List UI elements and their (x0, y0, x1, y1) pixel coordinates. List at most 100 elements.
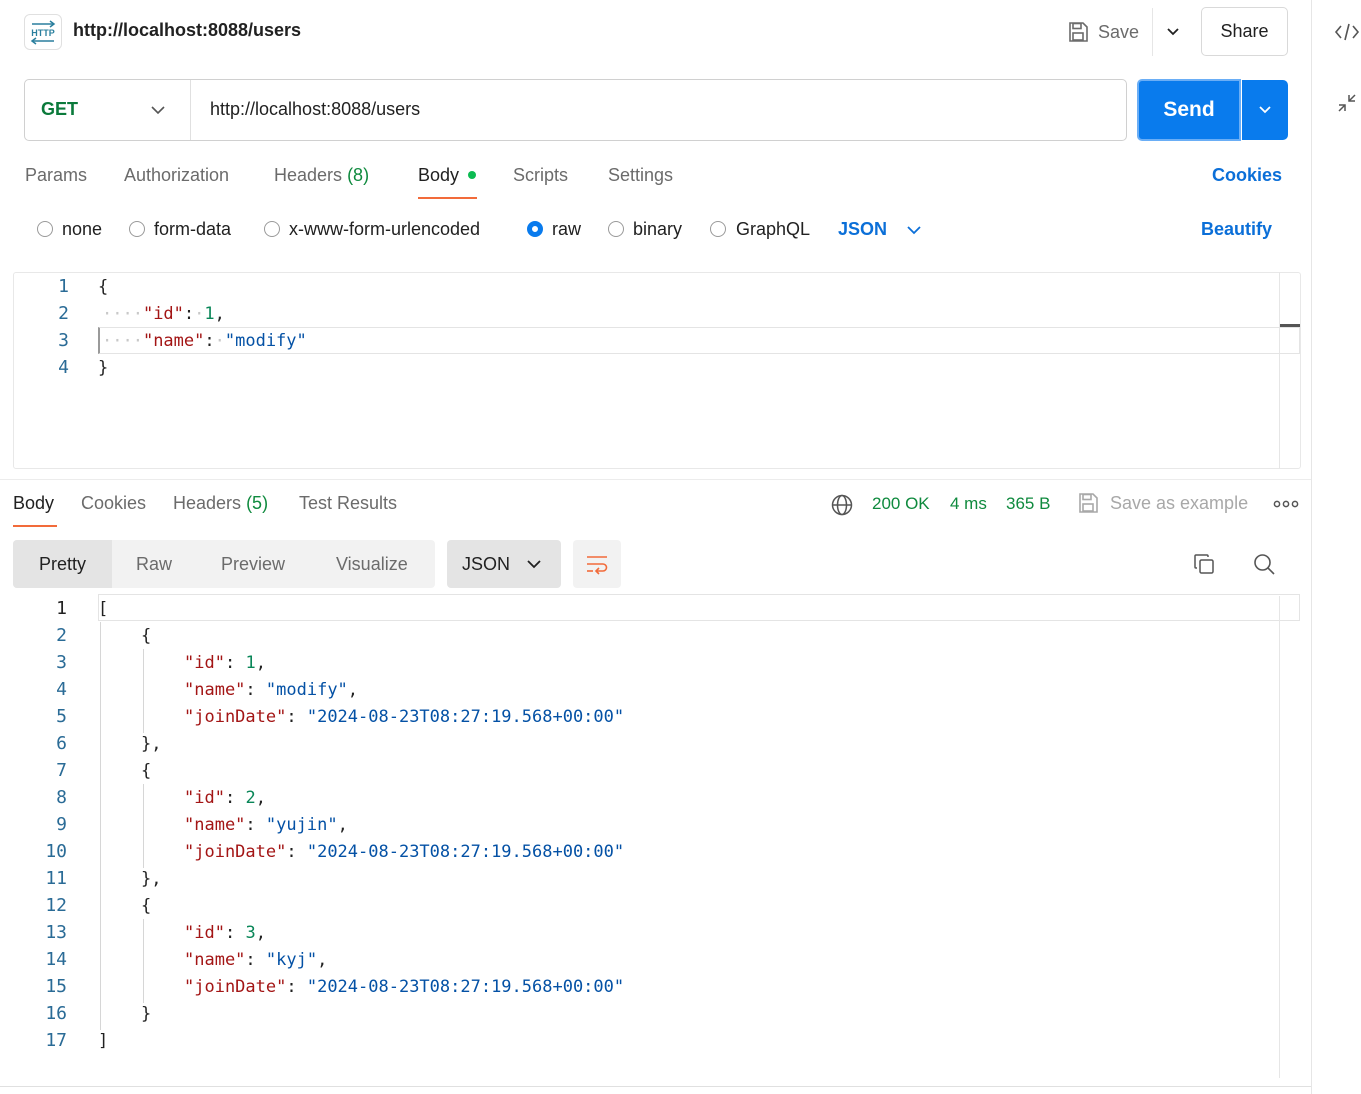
copy-icon[interactable] (1192, 552, 1216, 576)
response-scrollbar[interactable] (1279, 596, 1280, 1078)
send-options-button[interactable] (1242, 80, 1288, 140)
code-close-brace: } (141, 1004, 152, 1024)
save-icon (1069, 22, 1088, 42)
radio-none-label[interactable]: none (62, 219, 102, 240)
code-line: "joinDate": "2024-08-23T08:27:19.568+00:… (184, 977, 625, 997)
url-input[interactable]: http://localhost:8088/users (210, 99, 420, 120)
share-button[interactable]: Share (1201, 7, 1288, 56)
response-time[interactable]: 4 ms (950, 494, 987, 514)
status-code[interactable]: 200 OK (872, 494, 930, 514)
http-request-icon: HTTP (24, 14, 62, 50)
wrap-lines-icon (587, 556, 608, 575)
response-divider[interactable] (0, 479, 1311, 480)
chevron-down-icon (1259, 106, 1271, 114)
indent-guide (100, 622, 101, 1030)
line-number: 3 (58, 330, 69, 351)
radio-binary-label[interactable]: binary (633, 219, 682, 240)
view-raw-button[interactable]: Raw (136, 554, 172, 575)
code-close-brace: } (98, 358, 109, 378)
radio-urlencoded[interactable] (264, 221, 280, 237)
view-preview-button[interactable]: Preview (221, 554, 285, 575)
code-close-brace: }, (141, 869, 162, 889)
response-tab-cookies[interactable]: Cookies (81, 493, 146, 514)
tab-params[interactable]: Params (25, 165, 87, 186)
json-string: "kyj" (265, 950, 318, 970)
radio-graphql-label[interactable]: GraphQL (736, 219, 810, 240)
editor-scrollbar[interactable] (1279, 272, 1280, 469)
response-tab-headers[interactable]: Headers (5) (173, 493, 268, 514)
line-number: 11 (45, 868, 67, 889)
json-key: "id" (184, 788, 225, 808)
code-line: "id": 2, (184, 788, 266, 808)
json-key: "name" (184, 680, 246, 700)
code-open-brace: { (141, 761, 152, 781)
send-button[interactable]: Send (1137, 79, 1241, 141)
response-tab-body[interactable]: Body (13, 493, 54, 514)
radio-raw-label[interactable]: raw (552, 219, 581, 240)
radio-form-data[interactable] (129, 221, 145, 237)
chevron-down-icon[interactable] (904, 220, 924, 240)
search-icon[interactable] (1252, 552, 1276, 576)
json-string: "yujin" (265, 815, 338, 835)
json-string: "2024-08-23T08:27:19.568+00:00" (306, 842, 625, 862)
raw-format-select[interactable]: JSON (838, 219, 887, 240)
globe-icon[interactable] (830, 493, 854, 517)
code-line: "name": "modify", (184, 680, 359, 700)
view-visualize-button[interactable]: Visualize (336, 554, 408, 575)
json-number: 2 (245, 788, 256, 808)
line-number: 16 (45, 1003, 67, 1024)
line-number: 1 (58, 276, 69, 297)
radio-raw[interactable] (527, 221, 543, 237)
radio-urlencoded-label[interactable]: x-www-form-urlencoded (289, 219, 480, 240)
headers-count: (8) (347, 165, 370, 185)
code-open-bracket: [ (98, 599, 109, 619)
view-pretty-button[interactable]: Pretty (13, 540, 112, 588)
beautify-button[interactable]: Beautify (1201, 219, 1272, 240)
tab-settings[interactable]: Settings (608, 165, 673, 186)
response-format-label: JSON (462, 553, 511, 574)
chevron-down-icon[interactable] (148, 100, 168, 120)
active-tab-underline (13, 525, 57, 527)
radio-graphql[interactable] (710, 221, 726, 237)
save-button[interactable]: Save (1066, 16, 1139, 48)
response-tab-test-results[interactable]: Test Results (299, 493, 397, 514)
save-icon (1079, 493, 1098, 513)
indent-guide (143, 919, 144, 1003)
tab-body[interactable]: Body (418, 165, 459, 186)
request-body-editor[interactable] (13, 272, 1301, 469)
radio-binary[interactable] (608, 221, 624, 237)
json-string: "2024-08-23T08:27:19.568+00:00" (306, 707, 625, 727)
more-options-icon[interactable] (1273, 497, 1299, 511)
body-indicator-dot (468, 171, 476, 179)
tab-headers[interactable]: Headers (8) (274, 165, 369, 186)
line-number: 8 (56, 787, 67, 808)
response-headers-count: (5) (246, 493, 269, 513)
cookies-link[interactable]: Cookies (1212, 165, 1282, 186)
line-number: 14 (45, 949, 67, 970)
json-key: "id" (184, 653, 225, 673)
json-string: "modify" (224, 331, 307, 351)
chevron-down-icon (1166, 28, 1179, 36)
save-as-example-label: Save as example (1110, 492, 1249, 513)
bottom-divider (0, 1086, 1311, 1087)
save-as-example-button[interactable]: Save as example (1076, 491, 1248, 515)
code-open-brace: { (141, 626, 152, 646)
code-icon[interactable] (1333, 20, 1361, 44)
radio-form-data-label[interactable]: form-data (154, 219, 231, 240)
right-sidebar-divider (1311, 0, 1312, 1094)
line-number: 10 (45, 841, 67, 862)
request-title[interactable]: http://localhost:8088/users (73, 20, 301, 41)
collapse-icon[interactable] (1336, 92, 1358, 114)
wrap-lines-button[interactable] (573, 540, 621, 588)
code-close-bracket: ] (98, 1031, 109, 1051)
response-size[interactable]: 365 B (1006, 494, 1050, 514)
json-key: "name" (142, 331, 205, 351)
line-number: 17 (45, 1030, 67, 1051)
method-select[interactable]: GET (41, 99, 78, 120)
radio-none[interactable] (37, 221, 53, 237)
tab-authorization[interactable]: Authorization (124, 165, 229, 186)
save-options-button[interactable] (1152, 8, 1192, 56)
json-key: "name" (184, 950, 246, 970)
code-line: "id": 1, (184, 653, 266, 673)
tab-scripts[interactable]: Scripts (513, 165, 568, 186)
